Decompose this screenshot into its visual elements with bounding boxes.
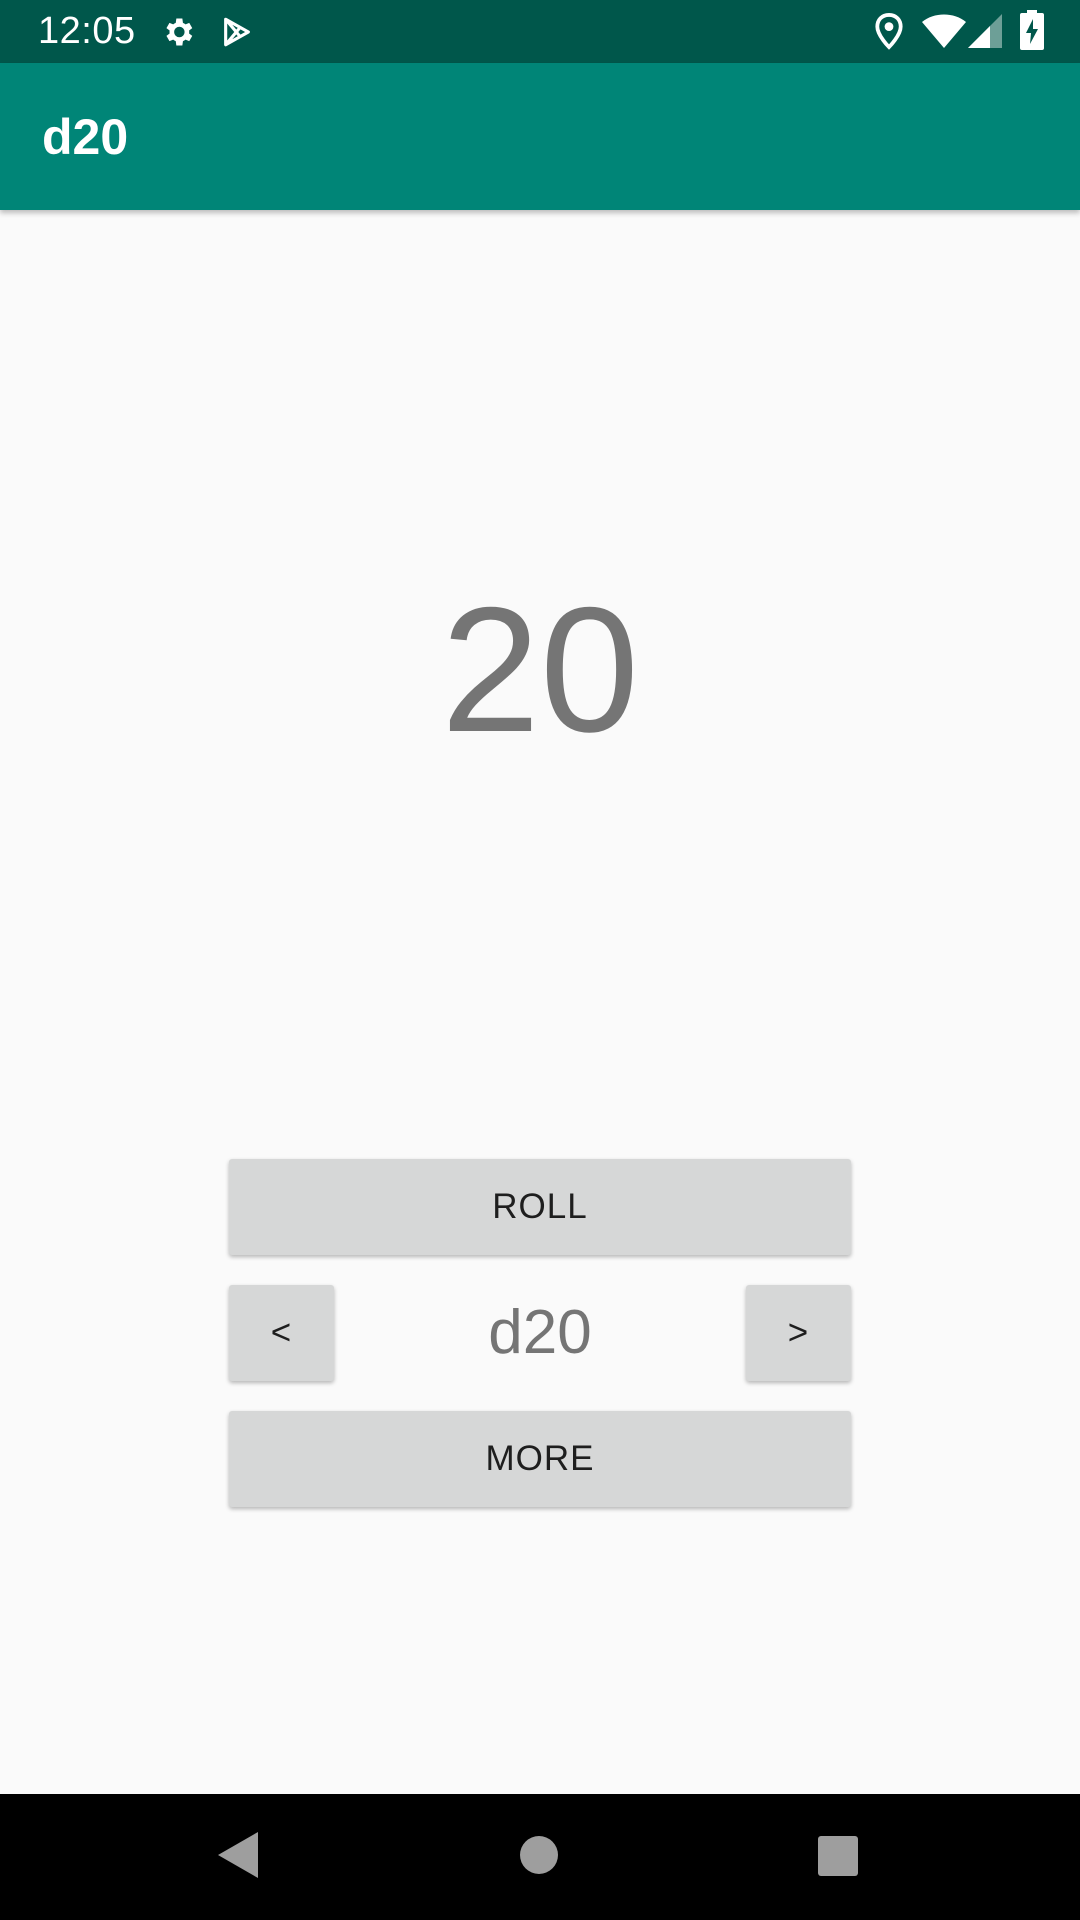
navigation-bar: [0, 1794, 1080, 1920]
status-time: 12:05: [38, 10, 136, 52]
location-icon: [875, 13, 903, 50]
previous-die-button[interactable]: <: [229, 1285, 334, 1381]
app-bar: d20: [0, 63, 1080, 210]
back-icon[interactable]: [218, 1832, 258, 1878]
app-title: d20: [42, 109, 129, 165]
roll-result: 20: [441, 570, 639, 769]
signal-icon: [968, 14, 1002, 48]
battery-charging-icon: [1020, 10, 1044, 50]
roll-button[interactable]: ROLL: [229, 1159, 851, 1255]
gear-icon: [166, 18, 193, 46]
more-button[interactable]: MORE: [229, 1411, 851, 1507]
die-type-label: d20: [488, 1298, 592, 1367]
home-icon[interactable]: [520, 1836, 558, 1874]
wifi-icon: [922, 14, 966, 48]
next-die-button[interactable]: >: [746, 1285, 851, 1381]
status-bar: 12:05: [0, 0, 1080, 63]
recents-icon[interactable]: [818, 1836, 858, 1876]
play-store-icon: [224, 17, 250, 47]
